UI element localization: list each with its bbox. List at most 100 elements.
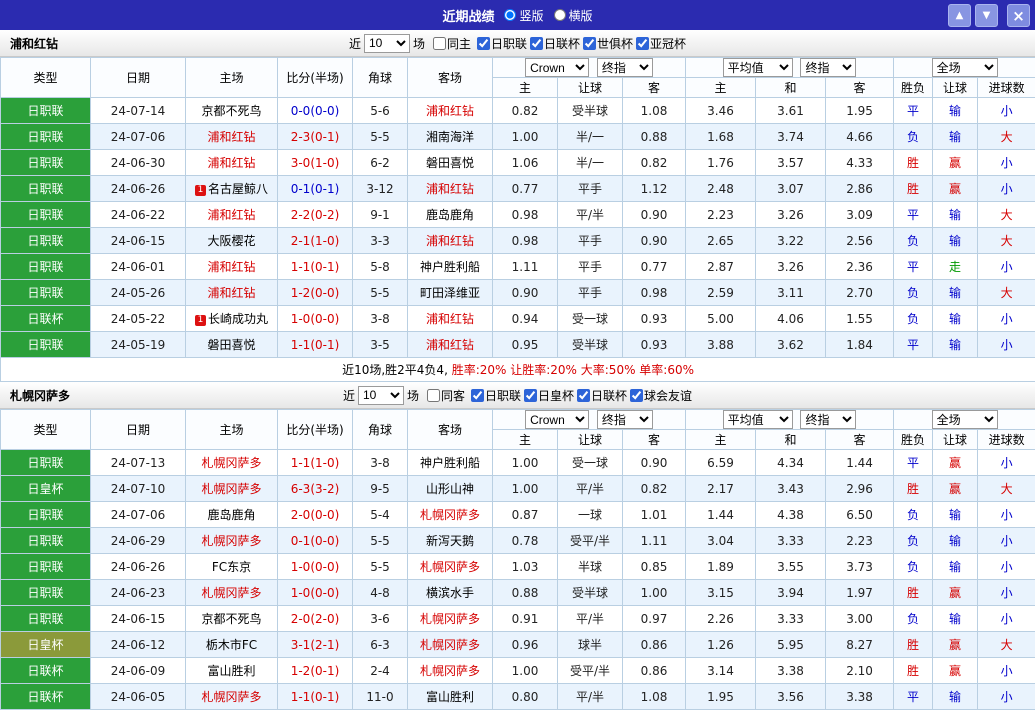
league-checkbox[interactable] bbox=[476, 36, 490, 50]
goals-flag: 小 bbox=[977, 305, 1035, 332]
avg-stage-select[interactable]: 终指 bbox=[800, 410, 857, 429]
avg-away-odds: 4.33 bbox=[825, 149, 895, 176]
avg-home-odds: 5.00 bbox=[685, 305, 757, 332]
col-type: 类型 bbox=[0, 409, 91, 450]
match-count-select[interactable]: 10 bbox=[363, 33, 410, 53]
vertical-radio-input[interactable] bbox=[504, 9, 517, 21]
match-date: 24-06-26 bbox=[90, 553, 186, 580]
close-button[interactable]: × bbox=[1007, 4, 1030, 27]
odds-provider-select[interactable]: Crown bbox=[525, 410, 590, 429]
col-away: 客场 bbox=[407, 409, 493, 450]
handicap-line: 受半球 bbox=[557, 97, 623, 124]
handicap-flag: 输 bbox=[932, 501, 979, 528]
league-filter[interactable]: 日皇杯 bbox=[524, 387, 574, 404]
vertical-radio-label: 竖版 bbox=[519, 8, 544, 23]
same-venue-filter[interactable]: 同主 bbox=[432, 35, 471, 52]
away-team-name: 神户胜利船 bbox=[419, 260, 480, 274]
league-filter[interactable]: 日联杯 bbox=[577, 387, 627, 404]
league-filter[interactable]: 日职联 bbox=[470, 387, 521, 404]
league-type-badge: 日职联 bbox=[0, 605, 91, 632]
handicap-flag: 输 bbox=[932, 123, 979, 150]
avg-away-odds: 1.55 bbox=[825, 305, 895, 332]
layout-horizontal-radio[interactable]: 横版 bbox=[553, 7, 593, 24]
league-filter[interactable]: 日联杯 bbox=[530, 35, 580, 52]
avg-provider-select[interactable]: 平均值 bbox=[722, 58, 793, 77]
avg-draw-odds: 4.38 bbox=[755, 501, 827, 528]
away-odds: 1.08 bbox=[621, 683, 687, 710]
league-type-badge: 日联杯 bbox=[0, 305, 91, 332]
avg-away-odds: 1.84 bbox=[825, 331, 895, 358]
league-filter[interactable]: 世俱杯 bbox=[583, 35, 633, 52]
league-checkbox[interactable] bbox=[524, 388, 537, 402]
league-checkbox[interactable] bbox=[530, 36, 543, 50]
match-date: 24-06-29 bbox=[90, 527, 186, 554]
match-row: 日职联 24-07-13 札幌冈萨多 1-1(1-0) 3-8 神户胜利船 1.00 受一球 0… bbox=[0, 449, 1035, 476]
avg-away-odds: 3.73 bbox=[825, 553, 895, 580]
avg-draw-odds: 3.94 bbox=[755, 579, 827, 606]
league-filter[interactable]: 日职联 bbox=[476, 35, 527, 52]
home-odds: 0.80 bbox=[492, 683, 558, 710]
league-checkbox[interactable] bbox=[577, 388, 591, 402]
same-venue-checkbox[interactable] bbox=[426, 388, 440, 402]
league-label: 世俱杯 bbox=[597, 36, 634, 51]
score: 2-3(0-1) bbox=[277, 123, 353, 150]
avg-provider-select[interactable]: 平均值 bbox=[722, 410, 793, 429]
home-odds: 0.94 bbox=[492, 305, 558, 332]
handicap-flag: 赢 bbox=[932, 579, 979, 606]
corner-score: 5-5 bbox=[352, 527, 408, 554]
match-row: 日职联 24-07-06 鹿岛鹿角 2-0(0-0) 5-4 札幌冈萨多 0.87 一球 1.0… bbox=[0, 501, 1035, 528]
handicap-flag: 输 bbox=[932, 97, 979, 124]
home-odds: 1.00 bbox=[492, 657, 558, 684]
home-odds: 0.87 bbox=[492, 501, 558, 528]
team-name: 札幌冈萨多 bbox=[10, 388, 71, 403]
odds-stage-select[interactable]: 终指 bbox=[596, 58, 653, 77]
away-team-name: 札幌冈萨多 bbox=[419, 508, 480, 522]
home-team: 札幌冈萨多 bbox=[185, 475, 278, 502]
score: 0-1(0-0) bbox=[277, 527, 353, 554]
league-checkbox[interactable] bbox=[470, 388, 484, 402]
move-down-button[interactable]: ▼ bbox=[975, 4, 998, 27]
result-flag: 负 bbox=[893, 227, 934, 254]
match-row: 日职联 24-06-29 札幌冈萨多 0-1(0-0) 5-5 新泻天鹅 0.78 受平/半 1… bbox=[0, 527, 1035, 554]
goals-flag: 大 bbox=[977, 227, 1035, 254]
col-avg-away: 客 bbox=[825, 77, 895, 98]
same-venue-filter[interactable]: 同客 bbox=[426, 387, 465, 404]
away-team-name: 山形山神 bbox=[425, 482, 474, 496]
col-avg-home: 主 bbox=[685, 77, 757, 98]
odds-provider-select[interactable]: Crown bbox=[525, 58, 590, 77]
avg-home-odds: 2.87 bbox=[685, 253, 757, 280]
avg-away-odds: 2.86 bbox=[825, 175, 895, 202]
layout-vertical-radio[interactable]: 竖版 bbox=[504, 7, 544, 24]
match-row: 日职联 24-07-14 京都不死鸟 0-0(0-0) 5-6 浦和红钻 0.82 受半球 1.… bbox=[0, 97, 1035, 124]
away-odds: 0.86 bbox=[621, 631, 687, 658]
match-row: 日职联 24-05-26 浦和红钻 1-2(0-0) 5-5 町田泽维亚 0.90 平手 0.9… bbox=[0, 279, 1035, 306]
avg-stage-select[interactable]: 终指 bbox=[800, 58, 857, 77]
scope-select[interactable]: 全场 bbox=[931, 410, 998, 429]
league-checkbox[interactable] bbox=[630, 388, 644, 402]
match-count-select[interactable]: 10 bbox=[357, 385, 404, 405]
same-venue-checkbox[interactable] bbox=[432, 36, 446, 50]
handicap-line: 半/一 bbox=[557, 123, 623, 150]
odds-stage-select[interactable]: 终指 bbox=[596, 410, 653, 429]
avg-home-odds: 2.65 bbox=[685, 227, 757, 254]
home-odds: 0.82 bbox=[492, 97, 558, 124]
goals-flag: 小 bbox=[977, 501, 1035, 528]
move-up-button[interactable]: ▲ bbox=[948, 4, 971, 27]
home-team-name: 浦和红钻 bbox=[207, 286, 256, 300]
league-checkbox[interactable] bbox=[583, 36, 597, 50]
away-team: 富山胜利 bbox=[407, 683, 493, 710]
scope-select[interactable]: 全场 bbox=[931, 58, 998, 77]
away-odds: 1.00 bbox=[621, 579, 687, 606]
col-odds-home: 主 bbox=[492, 77, 558, 98]
summary-row: 近10场,胜2平4负4, 胜率:20% 让胜率:20% 大率:50% 单率:60… bbox=[0, 357, 1035, 382]
avg-home-odds: 3.15 bbox=[685, 579, 757, 606]
score: 1-1(0-1) bbox=[277, 253, 353, 280]
league-filter[interactable]: 球会友谊 bbox=[630, 387, 692, 404]
horizontal-radio-input[interactable] bbox=[553, 9, 566, 21]
league-checkbox[interactable] bbox=[636, 36, 650, 50]
league-filter[interactable]: 亚冠杯 bbox=[636, 35, 686, 52]
home-odds: 1.06 bbox=[492, 149, 558, 176]
away-team: 浦和红钻 bbox=[407, 305, 493, 332]
corner-score: 9-1 bbox=[352, 201, 408, 228]
away-odds: 0.93 bbox=[621, 305, 687, 332]
